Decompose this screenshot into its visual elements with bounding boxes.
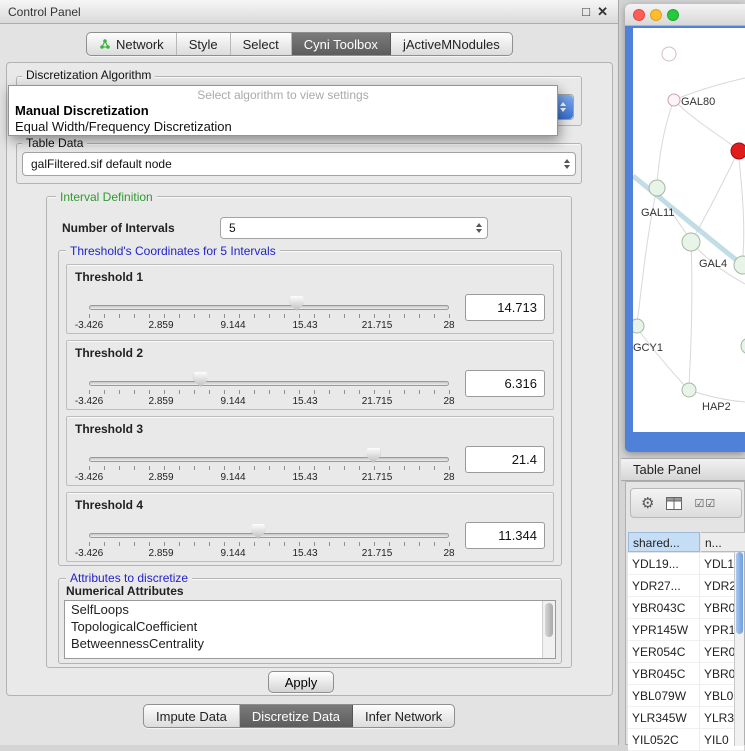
gear-icon[interactable]: ⚙ xyxy=(641,494,654,512)
network-node-gal80[interactable] xyxy=(668,94,680,106)
threshold-2-value-field[interactable] xyxy=(465,370,545,397)
columns-icon[interactable] xyxy=(666,497,682,510)
network-node-hap2[interactable] xyxy=(682,383,696,397)
list-scrollbar[interactable] xyxy=(542,601,555,658)
table-data-combobox[interactable]: galFiltered.sif default node xyxy=(22,152,576,176)
node-label-gcy1: GCY1 xyxy=(633,342,663,354)
table-toolbar: ⚙ ☑☑ xyxy=(630,488,742,518)
tab-cyni-toolbox[interactable]: Cyni Toolbox xyxy=(292,33,391,55)
threshold-1-label: Threshold 1 xyxy=(75,270,143,284)
threshold-4-panel: Threshold 4 -3.426 2.859 9.144 15.43 21.… xyxy=(66,492,554,562)
network-node-gcy1[interactable] xyxy=(633,319,644,333)
mac-zoom-icon[interactable] xyxy=(667,9,679,21)
threshold-3-panel: Threshold 3 -3.426 2.859 9.144 15.43 21.… xyxy=(66,416,554,486)
algorithm-placeholder: Select algorithm to view settings xyxy=(9,88,557,102)
node-label-hap2: HAP2 xyxy=(702,401,731,413)
close-icon[interactable]: ✕ xyxy=(597,0,608,24)
table-row[interactable]: YLR345WYLR3 xyxy=(628,707,744,729)
table-row[interactable]: YBL079WYBL0 xyxy=(628,685,744,707)
list-item-selfloops[interactable]: SelfLoops xyxy=(65,601,555,618)
network-view-window: GAL80 GAL11 GAL4 GCY1 HAP2 xyxy=(625,4,745,452)
table-row[interactable]: YPR145WYPR1 xyxy=(628,619,744,641)
threshold-1-panel: Threshold 1 -3.426 2.859 9.144 15.43 21.… xyxy=(66,264,554,334)
threshold-2-label: Threshold 2 xyxy=(75,346,143,360)
combo-stepper-icon xyxy=(471,223,487,233)
table-data-label: Table Data xyxy=(22,136,87,150)
mac-close-icon[interactable] xyxy=(633,9,645,21)
numerical-attributes-list: SelfLoops TopologicalCoefficient Between… xyxy=(64,600,556,659)
table-scrollbar[interactable] xyxy=(734,552,744,746)
slider-tick-marks xyxy=(89,542,450,546)
control-panel-window: Control Panel □ ✕ Network Style Select C… xyxy=(0,0,619,745)
apply-button[interactable]: Apply xyxy=(268,671,334,693)
float-window-icon[interactable]: □ xyxy=(582,0,590,24)
tab-label: Network xyxy=(116,37,164,52)
list-item-topologicalcoefficient[interactable]: TopologicalCoefficient xyxy=(65,618,555,635)
slider-tick-marks xyxy=(89,390,450,394)
network-node[interactable] xyxy=(662,47,676,61)
tab-jactivemnodules[interactable]: jActiveMNodules xyxy=(391,33,512,55)
panel-title: Control Panel xyxy=(8,0,81,24)
table-panel-titlebar: Table Panel xyxy=(621,458,745,481)
attributes-group-title: Attributes to discretize xyxy=(66,571,192,585)
tab-impute-data[interactable]: Impute Data xyxy=(144,705,240,727)
threshold-3-value-field[interactable] xyxy=(465,446,545,473)
slider-tick-marks xyxy=(89,466,450,470)
network-canvas[interactable]: GAL80 GAL11 GAL4 GCY1 HAP2 xyxy=(633,28,745,432)
mac-minimize-icon[interactable] xyxy=(650,9,662,21)
table-row[interactable]: YBR043CYBR0 xyxy=(628,597,744,619)
slider-tick-marks xyxy=(89,314,450,318)
threshold-1-value-field[interactable] xyxy=(465,294,545,321)
network-node[interactable] xyxy=(741,338,745,354)
node-label-gal80: GAL80 xyxy=(681,96,715,108)
thresholds-group-title: Threshold's Coordinates for 5 Intervals xyxy=(66,244,280,258)
interval-definition-title: Interval Definition xyxy=(56,190,157,204)
number-of-intervals-label: Number of Intervals xyxy=(62,221,175,235)
algorithm-group-title: Discretization Algorithm xyxy=(22,68,155,82)
algorithm-dropdown-popup: Select algorithm to view settings Manual… xyxy=(8,85,558,136)
table-row[interactable]: YDR27...YDR2 xyxy=(628,575,744,597)
tab-select[interactable]: Select xyxy=(231,33,292,55)
network-graph: GAL80 GAL11 GAL4 GCY1 HAP2 xyxy=(633,28,745,432)
table-panel: ⚙ ☑☑ shared... n... YDL19...YDL1 YDR27..… xyxy=(625,481,745,745)
table-row[interactable]: YDL19...YDL1 xyxy=(628,553,744,575)
numerical-attributes-label: Numerical Attributes xyxy=(66,584,184,598)
network-window-titlebar xyxy=(625,4,745,26)
tab-network[interactable]: Network xyxy=(87,33,177,55)
tab-style[interactable]: Style xyxy=(177,33,231,55)
threshold-3-slider-track[interactable] xyxy=(89,457,449,462)
table-row[interactable]: YER054CYER0 xyxy=(628,641,744,663)
select-rows-checkbox-icons[interactable]: ☑☑ xyxy=(694,497,716,510)
node-label-gal11: GAL11 xyxy=(641,207,674,219)
dropdown-option-manual-discretization[interactable]: Manual Discretization xyxy=(15,103,149,118)
node-label-gal4: GAL4 xyxy=(699,258,727,270)
threshold-1-slider-track[interactable] xyxy=(89,305,449,310)
tab-discretize-data[interactable]: Discretize Data xyxy=(240,705,353,727)
combo-stepper-icon xyxy=(559,159,575,169)
bottom-tab-strip: Impute Data Discretize Data Infer Networ… xyxy=(143,704,455,728)
table-scrollbar-thumb[interactable] xyxy=(736,552,743,634)
network-node-selected-red[interactable] xyxy=(731,143,745,159)
control-panel-titlebar: Control Panel □ ✕ xyxy=(0,0,618,24)
threshold-4-value-field[interactable] xyxy=(465,522,545,549)
column-header-shared-name[interactable]: shared... xyxy=(628,532,700,552)
list-item-betweennesscentrality[interactable]: BetweennessCentrality xyxy=(65,635,555,652)
table-row[interactable]: YIL052CYIL0 xyxy=(628,729,744,751)
threshold-4-label: Threshold 4 xyxy=(75,498,143,512)
number-of-intervals-combobox[interactable]: 5 xyxy=(220,217,488,239)
network-icon xyxy=(99,38,111,50)
column-header-name[interactable]: n... xyxy=(701,532,745,552)
network-node-gal4[interactable] xyxy=(682,233,700,251)
threshold-3-label: Threshold 3 xyxy=(75,422,143,436)
threshold-2-slider-track[interactable] xyxy=(89,381,449,386)
dropdown-option-equal-width[interactable]: Equal Width/Frequency Discretization xyxy=(15,119,232,134)
table-panel-title: Table Panel xyxy=(633,459,701,480)
table-row[interactable]: YBR045CYBR0 xyxy=(628,663,744,685)
top-tab-strip: Network Style Select Cyni Toolbox jActiv… xyxy=(86,32,513,56)
list-scrollbar-thumb[interactable] xyxy=(545,603,553,637)
threshold-4-slider-track[interactable] xyxy=(89,533,449,538)
tab-infer-network[interactable]: Infer Network xyxy=(353,705,454,727)
network-node-gal11[interactable] xyxy=(649,180,665,196)
threshold-2-panel: Threshold 2 -3.426 2.859 9.144 15.43 21.… xyxy=(66,340,554,410)
